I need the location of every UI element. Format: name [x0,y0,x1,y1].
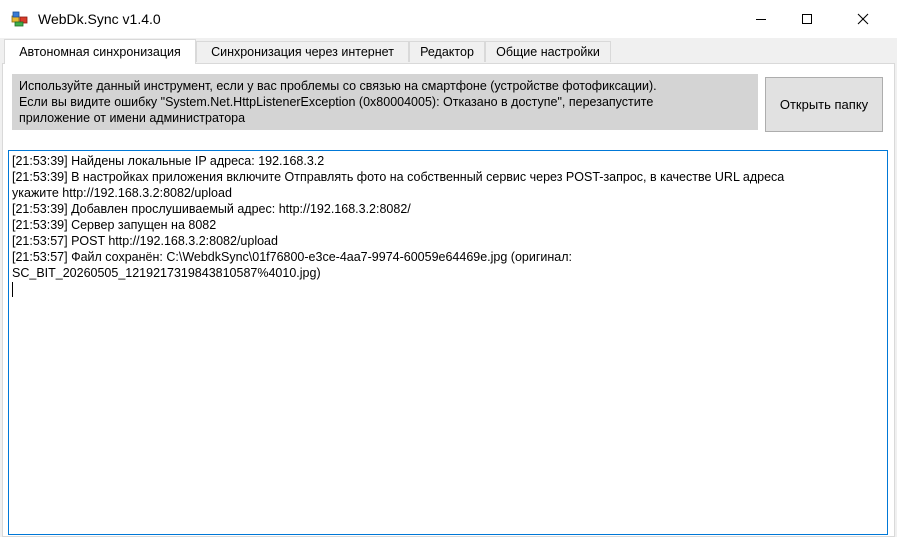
tab-label: Автономная синхронизация [19,45,181,59]
tab-editor[interactable]: Редактор [409,41,485,62]
minimize-button[interactable] [738,0,784,38]
offline-sync-panel: Используйте данный инструмент, если у ва… [2,63,895,537]
close-button[interactable] [840,0,886,38]
maximize-icon [802,14,812,24]
info-line: Если вы видите ошибку "System.Net.HttpLi… [19,95,654,109]
log-line: [21:53:39] Сервер запущен на 8082 [12,218,217,232]
info-message: Используйте данный инструмент, если у ва… [12,74,758,130]
close-icon [857,13,869,25]
log-line: [21:53:57] Файл сохранён: C:\WebdkSync\0… [12,250,573,264]
log-line: [21:53:39] Добавлен прослушиваемый адрес… [12,202,411,216]
text-caret [12,282,13,297]
maximize-button[interactable] [784,0,830,38]
window-client-area: Автономная синхронизация Синхронизация ч… [0,38,897,537]
minimize-icon [756,19,766,20]
info-line: Используйте данный инструмент, если у ва… [19,79,657,93]
title-bar: WebDk.Sync v1.4.0 [0,0,897,38]
log-textarea[interactable]: [21:53:39] Найдены локальные IP адреса: … [8,150,888,535]
window-title: WebDk.Sync v1.4.0 [38,11,161,27]
open-folder-button[interactable]: Открыть папку [765,77,883,132]
app-logo-icon[interactable] [11,10,29,28]
tab-label: Общие настройки [496,45,600,59]
info-line: приложение от имени администратора [19,111,246,125]
log-line: укажите http://192.168.3.2:8082/upload [12,186,232,200]
log-line: [21:53:39] В настройках приложения включ… [12,170,785,184]
tab-internet-sync[interactable]: Синхронизация через интернет [196,41,409,62]
tab-general-settings[interactable]: Общие настройки [485,41,611,62]
log-line: SC_BIT_20260505_1219217319843810587%4010… [12,266,321,280]
tab-label: Редактор [420,45,474,59]
tab-label: Синхронизация через интернет [211,45,394,59]
tab-offline-sync[interactable]: Автономная синхронизация [4,39,196,64]
log-line: [21:53:57] POST http://192.168.3.2:8082/… [12,234,278,248]
log-line: [21:53:39] Найдены локальные IP адреса: … [12,154,325,168]
